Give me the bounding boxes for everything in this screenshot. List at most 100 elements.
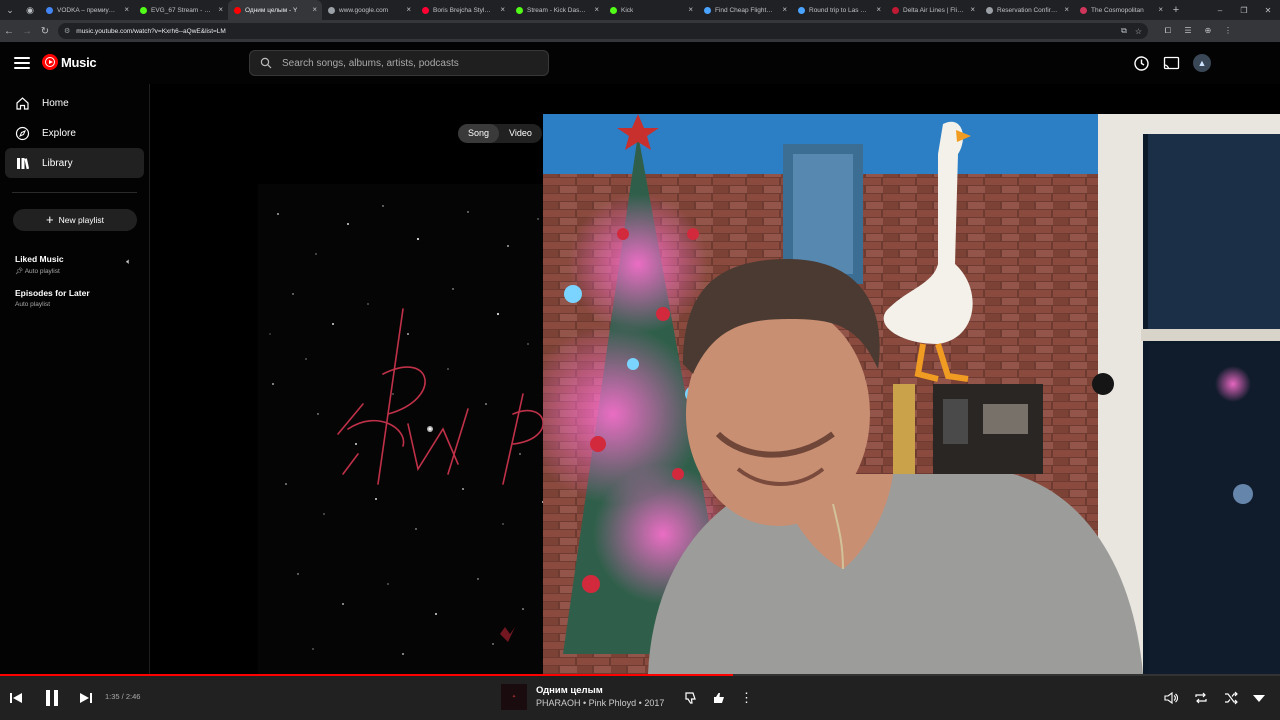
search-box[interactable]: [249, 50, 549, 76]
sidebar-item-label: Library: [42, 157, 73, 169]
tab-close-icon[interactable]: ×: [1158, 5, 1163, 14]
history-icon[interactable]: [1131, 53, 1151, 73]
back-icon[interactable]: ←: [0, 26, 18, 37]
song-toggle-button[interactable]: Song: [458, 124, 500, 143]
sidebar-item-library[interactable]: Library: [5, 148, 144, 178]
bookmark-star-icon[interactable]: ☆: [1135, 27, 1142, 36]
ytm-header: Music ▲: [0, 42, 1280, 84]
browser-tab[interactable]: Delta Air Lines | Fligh ×: [886, 0, 980, 20]
browser-tab[interactable]: Stream - Kick Dashbo ×: [510, 0, 604, 20]
tab-favicon-icon: [892, 6, 899, 14]
browser-tab[interactable]: Одним целым - Y ×: [228, 0, 322, 20]
tab-close-icon[interactable]: ×: [970, 5, 975, 14]
new-playlist-label: New playlist: [58, 215, 104, 225]
webcam-video-frame: [543, 114, 1280, 674]
tab-favicon-icon: [516, 6, 523, 14]
new-playlist-button[interactable]: + New playlist: [13, 209, 137, 231]
sidebar-item-label: Explore: [42, 127, 76, 139]
tab-close-icon[interactable]: ×: [124, 5, 129, 14]
track-title[interactable]: Одним целым: [536, 685, 603, 696]
tab-close-icon[interactable]: ×: [1064, 5, 1069, 14]
minimize-icon[interactable]: –: [1208, 6, 1232, 15]
dislike-icon[interactable]: [680, 687, 702, 709]
next-track-icon[interactable]: [75, 687, 97, 709]
maximize-icon[interactable]: ❐: [1232, 6, 1256, 15]
forward-icon[interactable]: →: [18, 26, 36, 37]
pause-icon: [46, 690, 58, 706]
tab-favicon-icon: [46, 6, 53, 14]
tab-favicon-icon: [328, 6, 335, 14]
playlist-item-liked-music[interactable]: Liked Music 📌︎ Auto playlist 🔈︎: [0, 254, 149, 275]
browser-tab[interactable]: The Cosmopolitan ×: [1074, 0, 1168, 20]
new-tab-button[interactable]: +: [1168, 4, 1184, 16]
extensions-icon[interactable]: ⧠: [1158, 26, 1178, 36]
now-playing-speaker-icon: 🔈︎: [126, 257, 131, 266]
browser-tabstrip: ⌄ ◉ VODKA – премиум с × EVG_67 Stream - Wa…: [0, 0, 1280, 20]
tab-close-icon[interactable]: ×: [876, 5, 881, 14]
tab-close-icon[interactable]: ×: [594, 5, 599, 14]
address-bar[interactable]: ⚙ music.youtube.com/watch?v=Kxrh6--aQwE&…: [58, 23, 1148, 39]
playlist-item-episodes-for-later[interactable]: Episodes for Later Auto playlist: [0, 288, 149, 308]
playlist-subtitle: 📌︎ Auto playlist: [15, 267, 149, 275]
browser-tab[interactable]: EVG_67 Stream - Watc ×: [134, 0, 228, 20]
expand-player-chevron-icon[interactable]: [1248, 687, 1270, 709]
browser-tab[interactable]: VODKA – премиум с ×: [40, 0, 134, 20]
tab-favicon-icon: [234, 6, 241, 14]
tab-favicon-icon: [140, 6, 147, 14]
tab-close-icon[interactable]: ×: [406, 5, 411, 14]
tab-list: VODKA – премиум с × EVG_67 Stream - Watc × О…: [40, 0, 1168, 20]
sidebar-divider: [12, 192, 137, 193]
extensions-area: ⧠ ☰ ⊕ ⋮: [1158, 26, 1238, 36]
search-input[interactable]: [282, 57, 532, 69]
tab-search-icon[interactable]: ⌄: [0, 0, 20, 20]
cast-icon[interactable]: [1161, 53, 1181, 73]
install-app-icon[interactable]: ⧉: [1121, 26, 1127, 36]
playlist-title: Episodes for Later: [15, 288, 90, 298]
like-icon[interactable]: [708, 687, 730, 709]
tab-favicon-icon: [986, 6, 993, 14]
tab-close-icon[interactable]: ×: [312, 5, 317, 14]
tab-close-icon[interactable]: ×: [500, 5, 505, 14]
profile-icon[interactable]: ⊕: [1198, 26, 1218, 36]
volume-icon[interactable]: [1160, 687, 1182, 709]
browser-tab[interactable]: Reservation Confirma ×: [980, 0, 1074, 20]
browser-tab[interactable]: www.google.com ×: [322, 0, 416, 20]
window-controls: – ❐ ✕: [1208, 6, 1280, 15]
pin-icon: 📌︎: [15, 268, 25, 275]
more-options-icon[interactable]: ⋮: [740, 688, 753, 708]
sidebar-item-home[interactable]: Home: [0, 88, 144, 118]
previous-track-icon[interactable]: [5, 687, 27, 709]
explore-compass-icon: [15, 126, 30, 141]
youtube-music-logo[interactable]: Music: [42, 54, 97, 70]
sidebar: Home Explore Library + New playlist Like…: [0, 84, 150, 674]
tab-title: Stream - Kick Dashbo: [527, 6, 588, 14]
tab-close-icon[interactable]: ×: [688, 5, 693, 14]
browser-tab[interactable]: Boris Brejcha Style M ×: [416, 0, 510, 20]
tab-group-icon[interactable]: ◉: [20, 0, 40, 20]
track-thumbnail[interactable]: ✦: [501, 684, 527, 710]
browser-menu-icon[interactable]: ⋮: [1218, 26, 1238, 36]
sidebar-item-explore[interactable]: Explore: [0, 118, 144, 148]
browser-tab[interactable]: Round trip to Las Veg ×: [792, 0, 886, 20]
reload-icon[interactable]: ↻: [36, 26, 54, 37]
video-toggle-button[interactable]: Video: [499, 124, 542, 143]
track-meta[interactable]: PHARAOH • Pink Phloyd • 2017: [536, 698, 664, 708]
logo-text: Music: [61, 54, 97, 70]
tab-close-icon[interactable]: ×: [782, 5, 787, 14]
reading-list-icon[interactable]: ☰: [1178, 26, 1198, 36]
repeat-icon[interactable]: [1190, 687, 1212, 709]
hamburger-menu-icon[interactable]: [13, 55, 31, 71]
browser-tab[interactable]: Kick ×: [604, 0, 698, 20]
site-info-icon[interactable]: ⚙: [64, 27, 70, 35]
tab-title: Boris Brejcha Style M: [433, 6, 494, 14]
sidebar-item-label: Home: [42, 97, 69, 109]
tab-favicon-icon: [798, 6, 805, 14]
tab-close-icon[interactable]: ×: [218, 5, 223, 14]
tab-title: EVG_67 Stream - Watc: [151, 6, 212, 14]
close-window-icon[interactable]: ✕: [1256, 6, 1280, 15]
browser-tab[interactable]: Find Cheap Flights fro ×: [698, 0, 792, 20]
pause-button[interactable]: [40, 687, 64, 709]
browser-toolbar: ← → ↻ ⚙ music.youtube.com/watch?v=Kxrh6-…: [0, 20, 1280, 42]
shuffle-icon[interactable]: [1220, 687, 1242, 709]
account-avatar[interactable]: ▲: [1192, 53, 1212, 73]
